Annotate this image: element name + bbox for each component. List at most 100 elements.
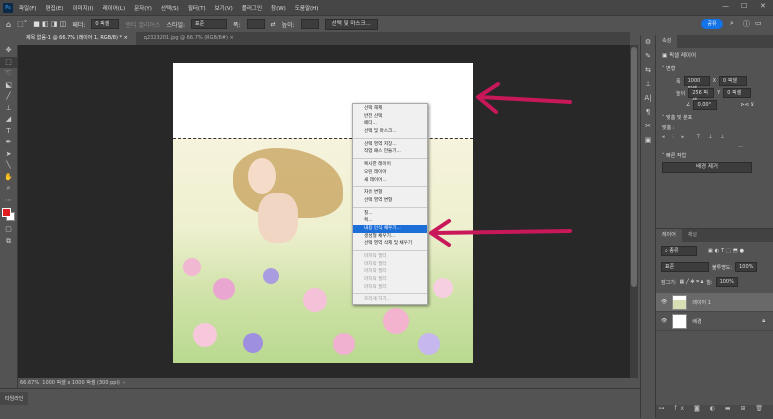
- layer-row-background[interactable]: 👁︎ 배경 🔒︎: [656, 312, 773, 331]
- menu-type[interactable]: 문자(Y): [134, 4, 152, 12]
- feather-input[interactable]: 0 픽셀: [91, 19, 120, 29]
- transform-section-header[interactable]: ˅ 변형: [656, 62, 773, 75]
- path-select-tool-icon[interactable]: ➤: [0, 149, 17, 161]
- marquee-tool-icon[interactable]: ⬚: [0, 56, 17, 68]
- layer-filter-select[interactable]: ⌕ 종류: [661, 246, 697, 256]
- y-field[interactable]: 0 픽셀: [723, 88, 752, 98]
- clone-source-icon[interactable]: ⊥: [641, 77, 655, 91]
- align-buttons[interactable]: ⫷ ⫶ ⫸ ⊤ ⊥ ⊥: [656, 134, 773, 143]
- stamp-tool-icon[interactable]: ⊥: [0, 103, 17, 115]
- context-menu-item[interactable]: 칠...: [353, 210, 427, 218]
- context-menu-item[interactable]: 오린 레이어: [353, 169, 427, 177]
- quick-actions-header[interactable]: ˅ 빠른 작업: [656, 149, 773, 162]
- blend-mode-select[interactable]: 표준: [661, 262, 709, 272]
- layers-footer-buttons[interactable]: ⊶ fx ◙ ◐ ▬ ⊞ 🗑︎: [656, 405, 773, 419]
- tools-presets-icon[interactable]: ✂: [641, 119, 655, 133]
- x-field[interactable]: 0 픽셀: [719, 76, 748, 86]
- hand-tool-icon[interactable]: ✋: [0, 172, 17, 184]
- quick-mask-icon[interactable]: ▢: [0, 224, 17, 236]
- menu-view[interactable]: 보기(V): [215, 4, 233, 12]
- search-icon[interactable]: ⌕: [730, 19, 734, 28]
- workspace-icon[interactable]: ▭: [755, 19, 762, 27]
- brush-tool-icon[interactable]: ╱: [0, 91, 17, 103]
- menu-window[interactable]: 창(W): [271, 4, 286, 12]
- select-and-mask-button[interactable]: 선택 및 마스크...: [324, 18, 378, 30]
- vertical-scrollbar[interactable]: [630, 45, 638, 378]
- context-menu-item[interactable]: 내용 인식 채우기...: [353, 224, 427, 233]
- line-tool-icon[interactable]: ╲: [0, 160, 17, 172]
- context-menu-item[interactable]: 생성형 채우기...: [353, 233, 427, 241]
- layer-row-layer-1[interactable]: 👁︎ 레이어 1: [656, 293, 773, 312]
- menu-layer[interactable]: 레이어(L): [103, 4, 126, 12]
- visibility-eye-icon[interactable]: 👁︎: [661, 318, 667, 324]
- width-field[interactable]: 1000 픽셀: [683, 76, 710, 92]
- zoom-tool-icon[interactable]: ⌕: [0, 183, 17, 195]
- menu-plugins[interactable]: 플러그인: [242, 4, 262, 12]
- properties-panel-icon[interactable]: ⚙: [641, 35, 655, 49]
- pen-tool-icon[interactable]: ✒: [0, 137, 17, 149]
- menu-help[interactable]: 도움말(H): [295, 4, 319, 12]
- fill-field[interactable]: 100%: [715, 277, 738, 287]
- align-section-header[interactable]: ˅ 맞춤 및 분포: [656, 111, 773, 124]
- zoom-level[interactable]: 66.67%: [20, 380, 39, 386]
- opacity-field[interactable]: 100%: [735, 262, 758, 272]
- context-menu-item[interactable]: 반전 선택: [353, 113, 427, 121]
- object-select-tool-icon[interactable]: ⬕: [0, 80, 17, 92]
- marquee-preset-icon[interactable]: ⬚˅: [17, 20, 27, 28]
- close-button[interactable]: ✕: [760, 2, 766, 10]
- lock-icons[interactable]: ▦ ╱ ✥ ⌗ 🔒︎: [680, 279, 704, 285]
- color-swatches[interactable]: [0, 206, 17, 224]
- minimize-button[interactable]: —: [722, 2, 729, 10]
- style-select[interactable]: 표준: [191, 19, 228, 29]
- tab-properties[interactable]: 속성: [656, 35, 678, 48]
- context-menu-item[interactable]: 선택 영역 삭제 및 채우기: [353, 240, 427, 248]
- filter-icons[interactable]: ▣◐T⬚⬒●: [708, 248, 746, 254]
- maximize-button[interactable]: ☐: [741, 2, 747, 10]
- menu-filter[interactable]: 필터(T): [188, 4, 206, 12]
- menu-edit[interactable]: 편집(E): [46, 4, 64, 12]
- visibility-eye-icon[interactable]: 👁︎: [661, 299, 667, 305]
- tab-document-2[interactable]: q2323201.jpg @ 66.7% (RGB/8#) ×: [136, 32, 242, 45]
- context-menu-item[interactable]: 선택 및 마스크...: [353, 128, 427, 136]
- menu-image[interactable]: 이미지(I): [72, 4, 93, 12]
- context-menu-item[interactable]: 복사한 레이어: [353, 161, 427, 169]
- context-menu-item[interactable]: 작업 패스 만들기...: [353, 148, 427, 156]
- flip-icons[interactable]: ⊳⊲ ⊻: [740, 102, 754, 108]
- width-input[interactable]: [246, 19, 265, 29]
- tab-timeline[interactable]: 타임라인: [0, 392, 29, 405]
- document-canvas[interactable]: [173, 63, 473, 363]
- selection-mode-icons[interactable]: ■ ◧ ◨ ◫: [33, 20, 66, 28]
- antialias-checkbox[interactable]: 앤티 앨리어스: [125, 20, 160, 29]
- remove-background-button[interactable]: 배경 제거: [662, 162, 752, 173]
- home-icon[interactable]: ⌂: [6, 20, 11, 29]
- eraser-tool-icon[interactable]: ◢: [0, 114, 17, 126]
- tab-layers[interactable]: 레이어: [656, 229, 682, 242]
- paragraph-icon[interactable]: ¶: [641, 105, 655, 119]
- swap-icon[interactable]: ⇄: [271, 21, 276, 28]
- tab-document-1[interactable]: 제목 없음-1 @ 66.7% (레이어 1, RGB/8) * ×: [18, 32, 136, 45]
- lasso-tool-icon[interactable]: ➰: [0, 68, 17, 80]
- tab-channels[interactable]: 채널: [682, 229, 703, 242]
- character-icon[interactable]: A|: [641, 91, 655, 105]
- context-menu-item[interactable]: 새 레이어...: [353, 177, 427, 185]
- context-menu-item[interactable]: 선택 영역 저장...: [353, 141, 427, 149]
- notes-icon[interactable]: ▣: [641, 133, 655, 147]
- angle-field[interactable]: 0.00°: [693, 100, 718, 110]
- context-menu-item[interactable]: 선택 영역 변형: [353, 197, 427, 205]
- type-tool-icon[interactable]: T: [0, 126, 17, 138]
- share-button[interactable]: 공유: [701, 19, 723, 29]
- context-menu-item[interactable]: 획...: [353, 217, 427, 225]
- menu-file[interactable]: 파일(F): [19, 4, 37, 12]
- help-icon[interactable]: ⓘ: [743, 19, 750, 29]
- more-tools-icon[interactable]: ⋯: [0, 195, 17, 207]
- context-menu-item[interactable]: 선택 해제: [353, 105, 427, 113]
- menu-select[interactable]: 선택(S): [161, 4, 179, 12]
- screen-mode-icon[interactable]: ⧉: [0, 236, 17, 248]
- brush-settings-icon[interactable]: ✎: [641, 49, 655, 63]
- height-input[interactable]: [300, 19, 319, 29]
- adjustments-icon[interactable]: ⇆: [641, 63, 655, 77]
- context-menu-item[interactable]: 페더...: [353, 120, 427, 128]
- height-field[interactable]: 256 픽셀: [688, 88, 715, 104]
- context-menu-item[interactable]: 자유 변형: [353, 189, 427, 197]
- move-tool-icon[interactable]: ✥: [0, 45, 17, 57]
